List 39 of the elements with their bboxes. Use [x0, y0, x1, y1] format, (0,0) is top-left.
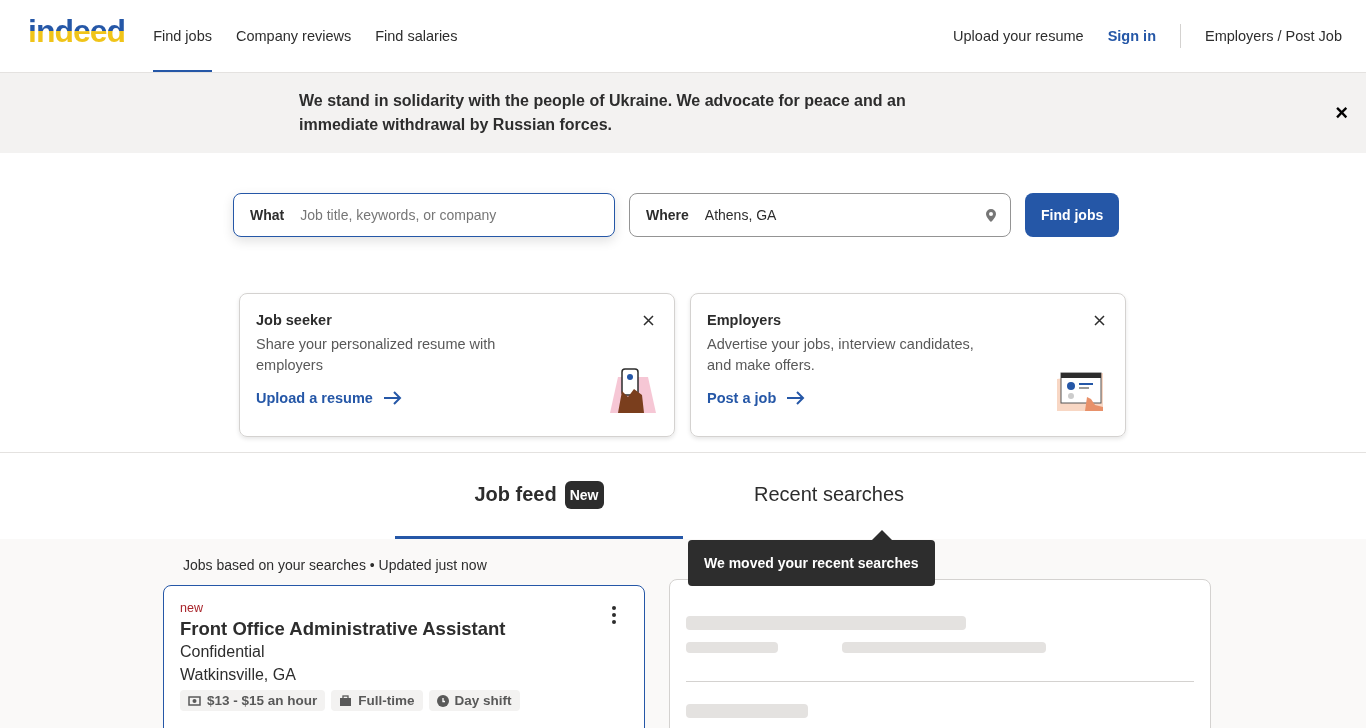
- nav-link[interactable]: Find salaries: [375, 0, 458, 72]
- tooltip-pointer-icon: [872, 530, 892, 540]
- feed-tab[interactable]: Recent searches: [683, 453, 973, 539]
- job-tag: Full-time: [331, 690, 423, 711]
- find-jobs-button[interactable]: Find jobs: [1025, 193, 1120, 237]
- briefcase-icon: [339, 694, 353, 707]
- close-icon[interactable]: [1094, 314, 1105, 326]
- where-field[interactable]: Where Athens, GA: [629, 193, 1011, 237]
- job-tag: $13 - $15 an hour: [180, 690, 326, 711]
- location-pin-icon: [986, 208, 996, 222]
- promo-title: Job seeker: [256, 312, 332, 328]
- job-title[interactable]: Front Office Administrative Assistant: [180, 618, 628, 640]
- close-icon[interactable]: [643, 314, 654, 326]
- close-button[interactable]: ×: [1335, 100, 1348, 126]
- new-label: new: [180, 601, 203, 615]
- promo-link[interactable]: Upload a resume: [256, 390, 402, 406]
- job-card[interactable]: new Front Office Administrative Assistant Confidential Watkinsville, GA $13 - $15 an hour Full-time Day shift: [163, 585, 645, 728]
- promo-text: Advertise your jobs, interview candidates, and make offers.: [707, 335, 975, 375]
- arrow-right-icon: [786, 391, 806, 405]
- promo-link[interactable]: Post a job: [707, 390, 806, 406]
- promo-text: Share your personalized resume with employers: [256, 335, 497, 375]
- more-options-icon[interactable]: [612, 606, 616, 624]
- promo-title: Employers: [707, 312, 782, 328]
- header-link[interactable]: Upload your resume: [953, 28, 1084, 44]
- what-field[interactable]: What Job title, keywords, or company: [233, 193, 615, 237]
- job-tag: Day shift: [428, 690, 520, 711]
- tooltip: We moved your recent searches: [688, 540, 935, 586]
- company-name: Confidential: [180, 642, 266, 662]
- feed-tab[interactable]: Job feed New: [395, 453, 683, 539]
- arrow-right-icon: [382, 391, 402, 405]
- clock-icon: [436, 694, 449, 707]
- job-location: Watkinsville, GA: [180, 665, 297, 685]
- money-icon: [188, 694, 201, 707]
- new-badge: New: [564, 480, 604, 509]
- feed-note: Jobs based on your searches • Updated just now: [183, 557, 488, 573]
- header-link[interactable]: Employers / Post Job: [1205, 28, 1342, 44]
- header-link[interactable]: Sign in: [1107, 28, 1156, 44]
- notice-text: We stand in solidarity with the people of Ukraine. We advocate for peace and an immediate withdrawal by Russian forces.: [299, 91, 907, 135]
- nav-link[interactable]: Company reviews: [235, 0, 352, 72]
